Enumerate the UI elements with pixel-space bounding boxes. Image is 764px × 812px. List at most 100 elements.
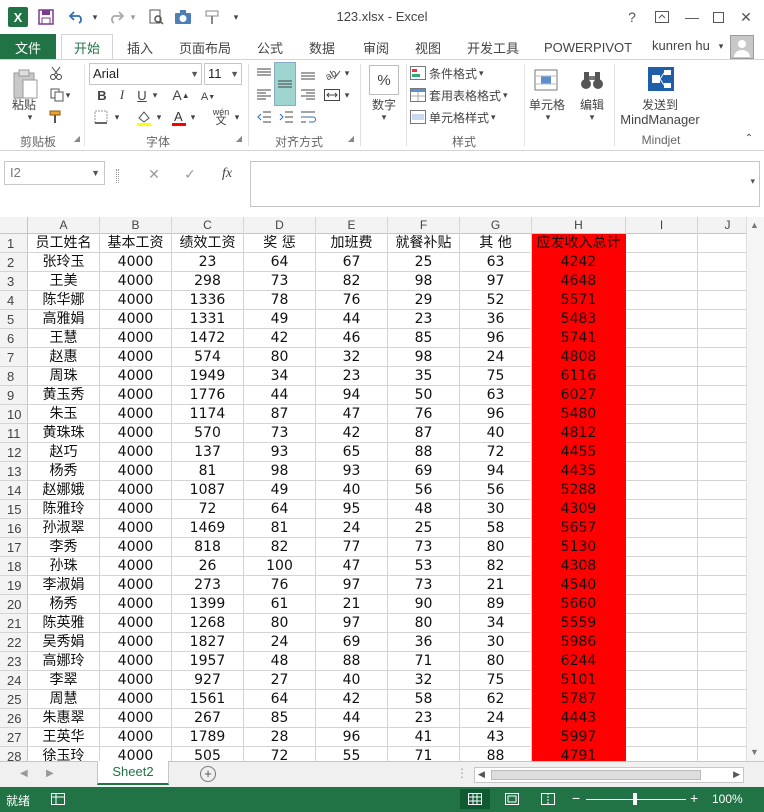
cell[interactable]: 4000: [100, 747, 172, 761]
tab-developer[interactable]: 开发工具: [460, 34, 526, 60]
cell[interactable]: 41: [388, 728, 460, 747]
scroll-down-icon[interactable]: ▼: [750, 747, 759, 757]
cell[interactable]: [698, 424, 746, 443]
cell[interactable]: [626, 386, 698, 405]
cell[interactable]: [698, 367, 746, 386]
total-cell[interactable]: 5997: [532, 728, 626, 747]
cell[interactable]: 1472: [172, 329, 244, 348]
row-header[interactable]: 9: [0, 386, 28, 405]
cell[interactable]: 陈英雅: [28, 614, 100, 633]
cell[interactable]: [698, 310, 746, 329]
cell[interactable]: 90: [388, 595, 460, 614]
cell[interactable]: 加班费: [316, 234, 388, 253]
alignment-launcher-icon[interactable]: ◢: [346, 132, 356, 144]
cell[interactable]: 55: [316, 747, 388, 761]
cell[interactable]: [626, 614, 698, 633]
cell[interactable]: [698, 690, 746, 709]
zoom-slider-thumb[interactable]: [633, 793, 637, 805]
cell[interactable]: 30: [460, 500, 532, 519]
zoom-in-icon[interactable]: +: [690, 790, 698, 806]
cell[interactable]: [698, 633, 746, 652]
cell[interactable]: [626, 253, 698, 272]
cell[interactable]: 96: [316, 728, 388, 747]
cell[interactable]: 吴秀娟: [28, 633, 100, 652]
cell[interactable]: [698, 405, 746, 424]
zoom-level[interactable]: 100%: [712, 792, 743, 806]
total-cell[interactable]: 5986: [532, 633, 626, 652]
row-header[interactable]: 7: [0, 348, 28, 367]
orientation-dropdown-icon[interactable]: ▾: [342, 66, 352, 80]
cell[interactable]: [698, 595, 746, 614]
cell[interactable]: 4000: [100, 405, 172, 424]
tab-page-layout[interactable]: 页面布局: [172, 34, 238, 60]
cell[interactable]: 61: [244, 595, 316, 614]
bold-button[interactable]: B: [94, 86, 110, 104]
font-shrink-button[interactable]: A ▼: [198, 88, 218, 106]
vertical-scrollbar[interactable]: ▲ ▼: [746, 217, 764, 761]
cell[interactable]: 王慧: [28, 329, 100, 348]
cell[interactable]: 72: [460, 443, 532, 462]
cell[interactable]: 71: [388, 747, 460, 761]
row-header[interactable]: 8: [0, 367, 28, 386]
cell[interactable]: 36: [388, 633, 460, 652]
font-grow-button[interactable]: A ▲: [170, 86, 192, 104]
row-header[interactable]: 2: [0, 253, 28, 272]
page-break-view-icon[interactable]: [534, 789, 562, 809]
editing-button[interactable]: 编辑: [574, 96, 610, 112]
cell[interactable]: 其 他: [460, 234, 532, 253]
cell[interactable]: 1827: [172, 633, 244, 652]
cell[interactable]: 298: [172, 272, 244, 291]
column-header-i[interactable]: I: [626, 217, 698, 234]
row-header[interactable]: 24: [0, 671, 28, 690]
cell[interactable]: 97: [460, 272, 532, 291]
horizontal-scrollbar[interactable]: ◀ ▶: [474, 767, 744, 783]
close-icon[interactable]: ✕: [734, 6, 758, 28]
column-header-c[interactable]: C: [172, 217, 244, 234]
binoculars-icon[interactable]: [576, 64, 608, 96]
cell[interactable]: 65: [316, 443, 388, 462]
cell[interactable]: 56: [388, 481, 460, 500]
row-header[interactable]: 14: [0, 481, 28, 500]
fill-color-icon[interactable]: [134, 108, 154, 128]
cell[interactable]: 赵巧: [28, 443, 100, 462]
cell[interactable]: 4000: [100, 424, 172, 443]
cell[interactable]: 56: [460, 481, 532, 500]
row-header[interactable]: 23: [0, 652, 28, 671]
help-icon[interactable]: ?: [620, 6, 644, 28]
cell[interactable]: 赵惠: [28, 348, 100, 367]
cell[interactable]: [698, 747, 746, 761]
row-header[interactable]: 18: [0, 557, 28, 576]
mindmanager-icon[interactable]: [644, 64, 678, 94]
increase-indent-icon[interactable]: [276, 108, 296, 126]
cell[interactable]: [698, 557, 746, 576]
cell[interactable]: 73: [244, 424, 316, 443]
cell[interactable]: 48: [244, 652, 316, 671]
cell[interactable]: 81: [172, 462, 244, 481]
cell[interactable]: 李秀: [28, 538, 100, 557]
row-header[interactable]: 15: [0, 500, 28, 519]
row-header[interactable]: 13: [0, 462, 28, 481]
cell[interactable]: [626, 310, 698, 329]
cell[interactable]: 44: [316, 310, 388, 329]
cell[interactable]: [698, 462, 746, 481]
cells-icon[interactable]: [530, 64, 562, 96]
row-header[interactable]: 21: [0, 614, 28, 633]
cell[interactable]: 杨秀: [28, 462, 100, 481]
cell[interactable]: 927: [172, 671, 244, 690]
cell[interactable]: 34: [460, 614, 532, 633]
column-header-f[interactable]: F: [388, 217, 460, 234]
maximize-icon[interactable]: [706, 6, 730, 28]
cell[interactable]: 4000: [100, 709, 172, 728]
mindmanager-button[interactable]: MindManager: [614, 111, 706, 127]
zoom-out-icon[interactable]: −: [572, 790, 580, 806]
cell[interactable]: 绩效工资: [172, 234, 244, 253]
scroll-right-icon[interactable]: ▶: [733, 769, 740, 780]
cell[interactable]: 4000: [100, 614, 172, 633]
tab-home[interactable]: 开始: [61, 34, 113, 60]
insert-function-icon[interactable]: fx: [214, 163, 240, 185]
cell[interactable]: 53: [388, 557, 460, 576]
cell[interactable]: [698, 329, 746, 348]
cell[interactable]: [626, 481, 698, 500]
cell[interactable]: 4000: [100, 272, 172, 291]
cell[interactable]: 孙珠: [28, 557, 100, 576]
